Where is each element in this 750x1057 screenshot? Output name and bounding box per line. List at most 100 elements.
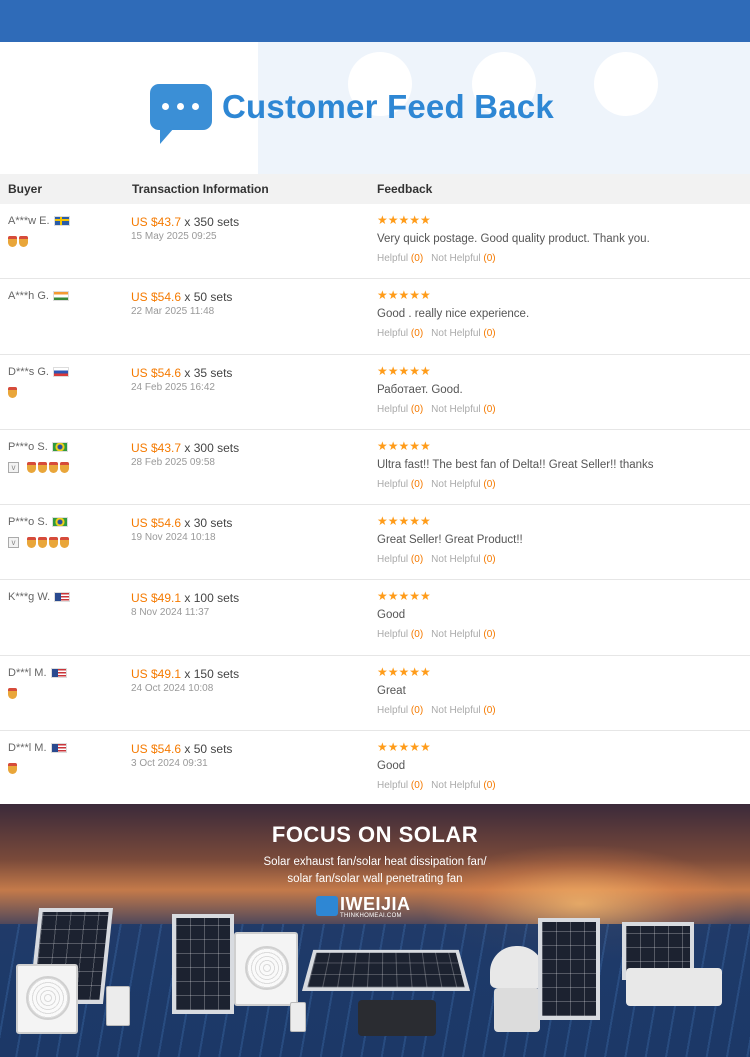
not-helpful-link[interactable]: Not Helpful (0) [431, 705, 495, 716]
helpful-votes: Helpful (0) Not Helpful (0) [377, 328, 737, 339]
chat-bubble-icon [150, 84, 212, 144]
price: US $49.1 [131, 591, 182, 606]
wall-vent-box-image [626, 968, 722, 1006]
transaction-date: 8 Nov 2024 11:37 [131, 607, 210, 619]
usa-flag-icon [50, 667, 67, 678]
transaction-cell: US $54.6 x 35 sets 24 Feb 2025 16:42 [131, 366, 232, 393]
buyer-name: D***l M. [8, 666, 47, 679]
brand-logo-url: THINKHOMEAI.COM [340, 913, 402, 919]
price: US $49.1 [131, 666, 182, 681]
not-helpful-link[interactable]: Not Helpful (0) [431, 554, 495, 565]
banner-subtitle: Solar exhaust fan/solar heat dissipation… [0, 854, 750, 888]
reviews-table: Buyer Transaction Information Feedback A… [0, 174, 750, 806]
quantity: x 30 sets [181, 516, 233, 530]
medal-badge-icon [19, 236, 28, 247]
price: US $43.7 [131, 215, 182, 229]
brazil-flag-icon [51, 441, 68, 452]
star-rating-icon: ★★★★★ [377, 288, 431, 303]
star-rating-icon: ★★★★★ [377, 589, 431, 604]
exhaust-fan-image [16, 964, 78, 1034]
brand-logo-text: IWEIJIA [340, 894, 411, 914]
buyer-name: D***l M. [8, 741, 47, 754]
not-helpful-link[interactable]: Not Helpful (0) [431, 780, 495, 791]
helpful-link[interactable]: Helpful (0) [377, 253, 423, 264]
star-rating-icon: ★★★★★ [377, 739, 431, 754]
medal-badge-icon [8, 386, 17, 398]
star-rating-icon: ★★★★★ [377, 664, 431, 679]
russia-flag-icon [52, 366, 69, 377]
feedback-cell: ★★★★★ Good Helpful (0) Not Helpful (0) [377, 740, 737, 791]
usa-flag-icon [54, 592, 71, 603]
buyer-cell: A***h G. [8, 290, 69, 302]
review-comment: Good [377, 609, 406, 622]
helpful-link[interactable]: Helpful (0) [377, 705, 423, 716]
roof-vent-image [358, 1000, 436, 1036]
medal-badge-icon [8, 762, 17, 774]
buyer-name: K***g W. [8, 591, 51, 604]
helpful-link[interactable]: Helpful (0) [377, 554, 423, 565]
buyer-badges [8, 236, 28, 247]
review-comment: Very quick postage. Good quality product… [377, 233, 650, 245]
not-helpful-link[interactable]: Not Helpful (0) [431, 629, 495, 640]
not-helpful-link[interactable]: Not Helpful (0) [431, 253, 495, 264]
buyer-cell: K***g W. [8, 591, 71, 604]
vip-icon: v [8, 537, 19, 548]
quantity: x 100 sets [181, 591, 240, 606]
medal-badge-icon [38, 537, 47, 548]
helpful-votes: Helpful (0) Not Helpful (0) [377, 479, 737, 490]
helpful-link[interactable]: Helpful (0) [377, 479, 423, 490]
quantity: x 35 sets [181, 365, 233, 380]
review-comment: Работает. Good. [377, 383, 463, 396]
decorative-circle [594, 52, 658, 116]
review-row: D***l M. US $49.1 x 150 sets 24 Oct 2024 1… [0, 656, 750, 731]
transaction-cell: US $54.6 x 50 sets 3 Oct 2024 09:31 [131, 742, 232, 769]
buyer-name: D***s G. [8, 365, 49, 378]
solar-panel-image [172, 914, 234, 1014]
transaction-cell: US $54.6 x 50 sets 22 Mar 2025 11:48 [131, 290, 232, 317]
feedback-cell: ★★★★★ Работает. Good. Helpful (0) Not Helpf… [377, 364, 737, 415]
not-helpful-link[interactable]: Not Helpful (0) [431, 479, 495, 490]
review-row: P***o S. v US $54.6 x 30 sets 19 Nov 2024 1… [0, 505, 750, 581]
helpful-link[interactable]: Helpful (0) [377, 780, 423, 791]
helpful-votes: Helpful (0) Not Helpful (0) [377, 554, 737, 565]
medal-badge-icon [60, 461, 69, 473]
star-rating-icon: ★★★★★ [377, 363, 431, 378]
transaction-cell: US $43.7 x 300 sets 28 Feb 2025 09:58 [131, 441, 239, 468]
top-bar [0, 0, 750, 42]
star-rating-icon: ★★★★★ [377, 213, 431, 227]
medal-badge-icon [60, 537, 69, 548]
medal-badge-icon [8, 236, 17, 247]
buyer-badges [8, 687, 17, 699]
review-comment: Good [377, 759, 406, 772]
brand-logo: IWEIJIA THINKHOMEAI.COM [316, 894, 444, 924]
review-comment: Good . really nice experience. [377, 308, 530, 321]
wall-fan-image [234, 932, 298, 1006]
transaction-date: 3 Oct 2024 09:31 [131, 757, 208, 769]
review-row: A***h G. US $54.6 x 50 sets 22 Mar 2025 11… [0, 279, 750, 355]
column-header-buyer: Buyer [8, 182, 43, 196]
star-rating-icon: ★★★★★ [377, 438, 431, 453]
sweden-flag-icon [53, 216, 70, 226]
buyer-cell: P***o S. [8, 441, 68, 453]
not-helpful-link[interactable]: Not Helpful (0) [431, 328, 495, 339]
helpful-link[interactable]: Helpful (0) [377, 404, 423, 415]
medal-badge-icon [27, 537, 36, 548]
transaction-date: 24 Oct 2024 10:08 [131, 682, 214, 694]
helpful-votes: Helpful (0) Not Helpful (0) [377, 404, 737, 415]
attic-fan-dome-image [490, 946, 544, 988]
helpful-link[interactable]: Helpful (0) [377, 629, 423, 640]
review-row: P***o S. v US $43.7 x 300 sets 28 Feb 2025 … [0, 430, 750, 505]
controller-image [106, 986, 130, 1026]
transaction-date: 24 Feb 2025 16:42 [131, 381, 215, 393]
transaction-date: 15 May 2025 09:25 [131, 231, 217, 242]
helpful-link[interactable]: Helpful (0) [377, 328, 423, 339]
solar-promo-banner: FOCUS ON SOLAR Solar exhaust fan/solar h… [0, 804, 750, 1057]
not-helpful-link[interactable]: Not Helpful (0) [431, 404, 495, 415]
duct-image [494, 988, 540, 1032]
medal-badge-icon [49, 537, 58, 548]
india-flag-icon [52, 291, 69, 302]
banner-subtitle-line1: Solar exhaust fan/solar heat dissipation… [263, 856, 487, 868]
price: US $54.6 [131, 516, 182, 530]
transaction-cell: US $49.1 x 100 sets 8 Nov 2024 11:37 [131, 591, 239, 618]
medal-badge-icon [38, 461, 47, 473]
